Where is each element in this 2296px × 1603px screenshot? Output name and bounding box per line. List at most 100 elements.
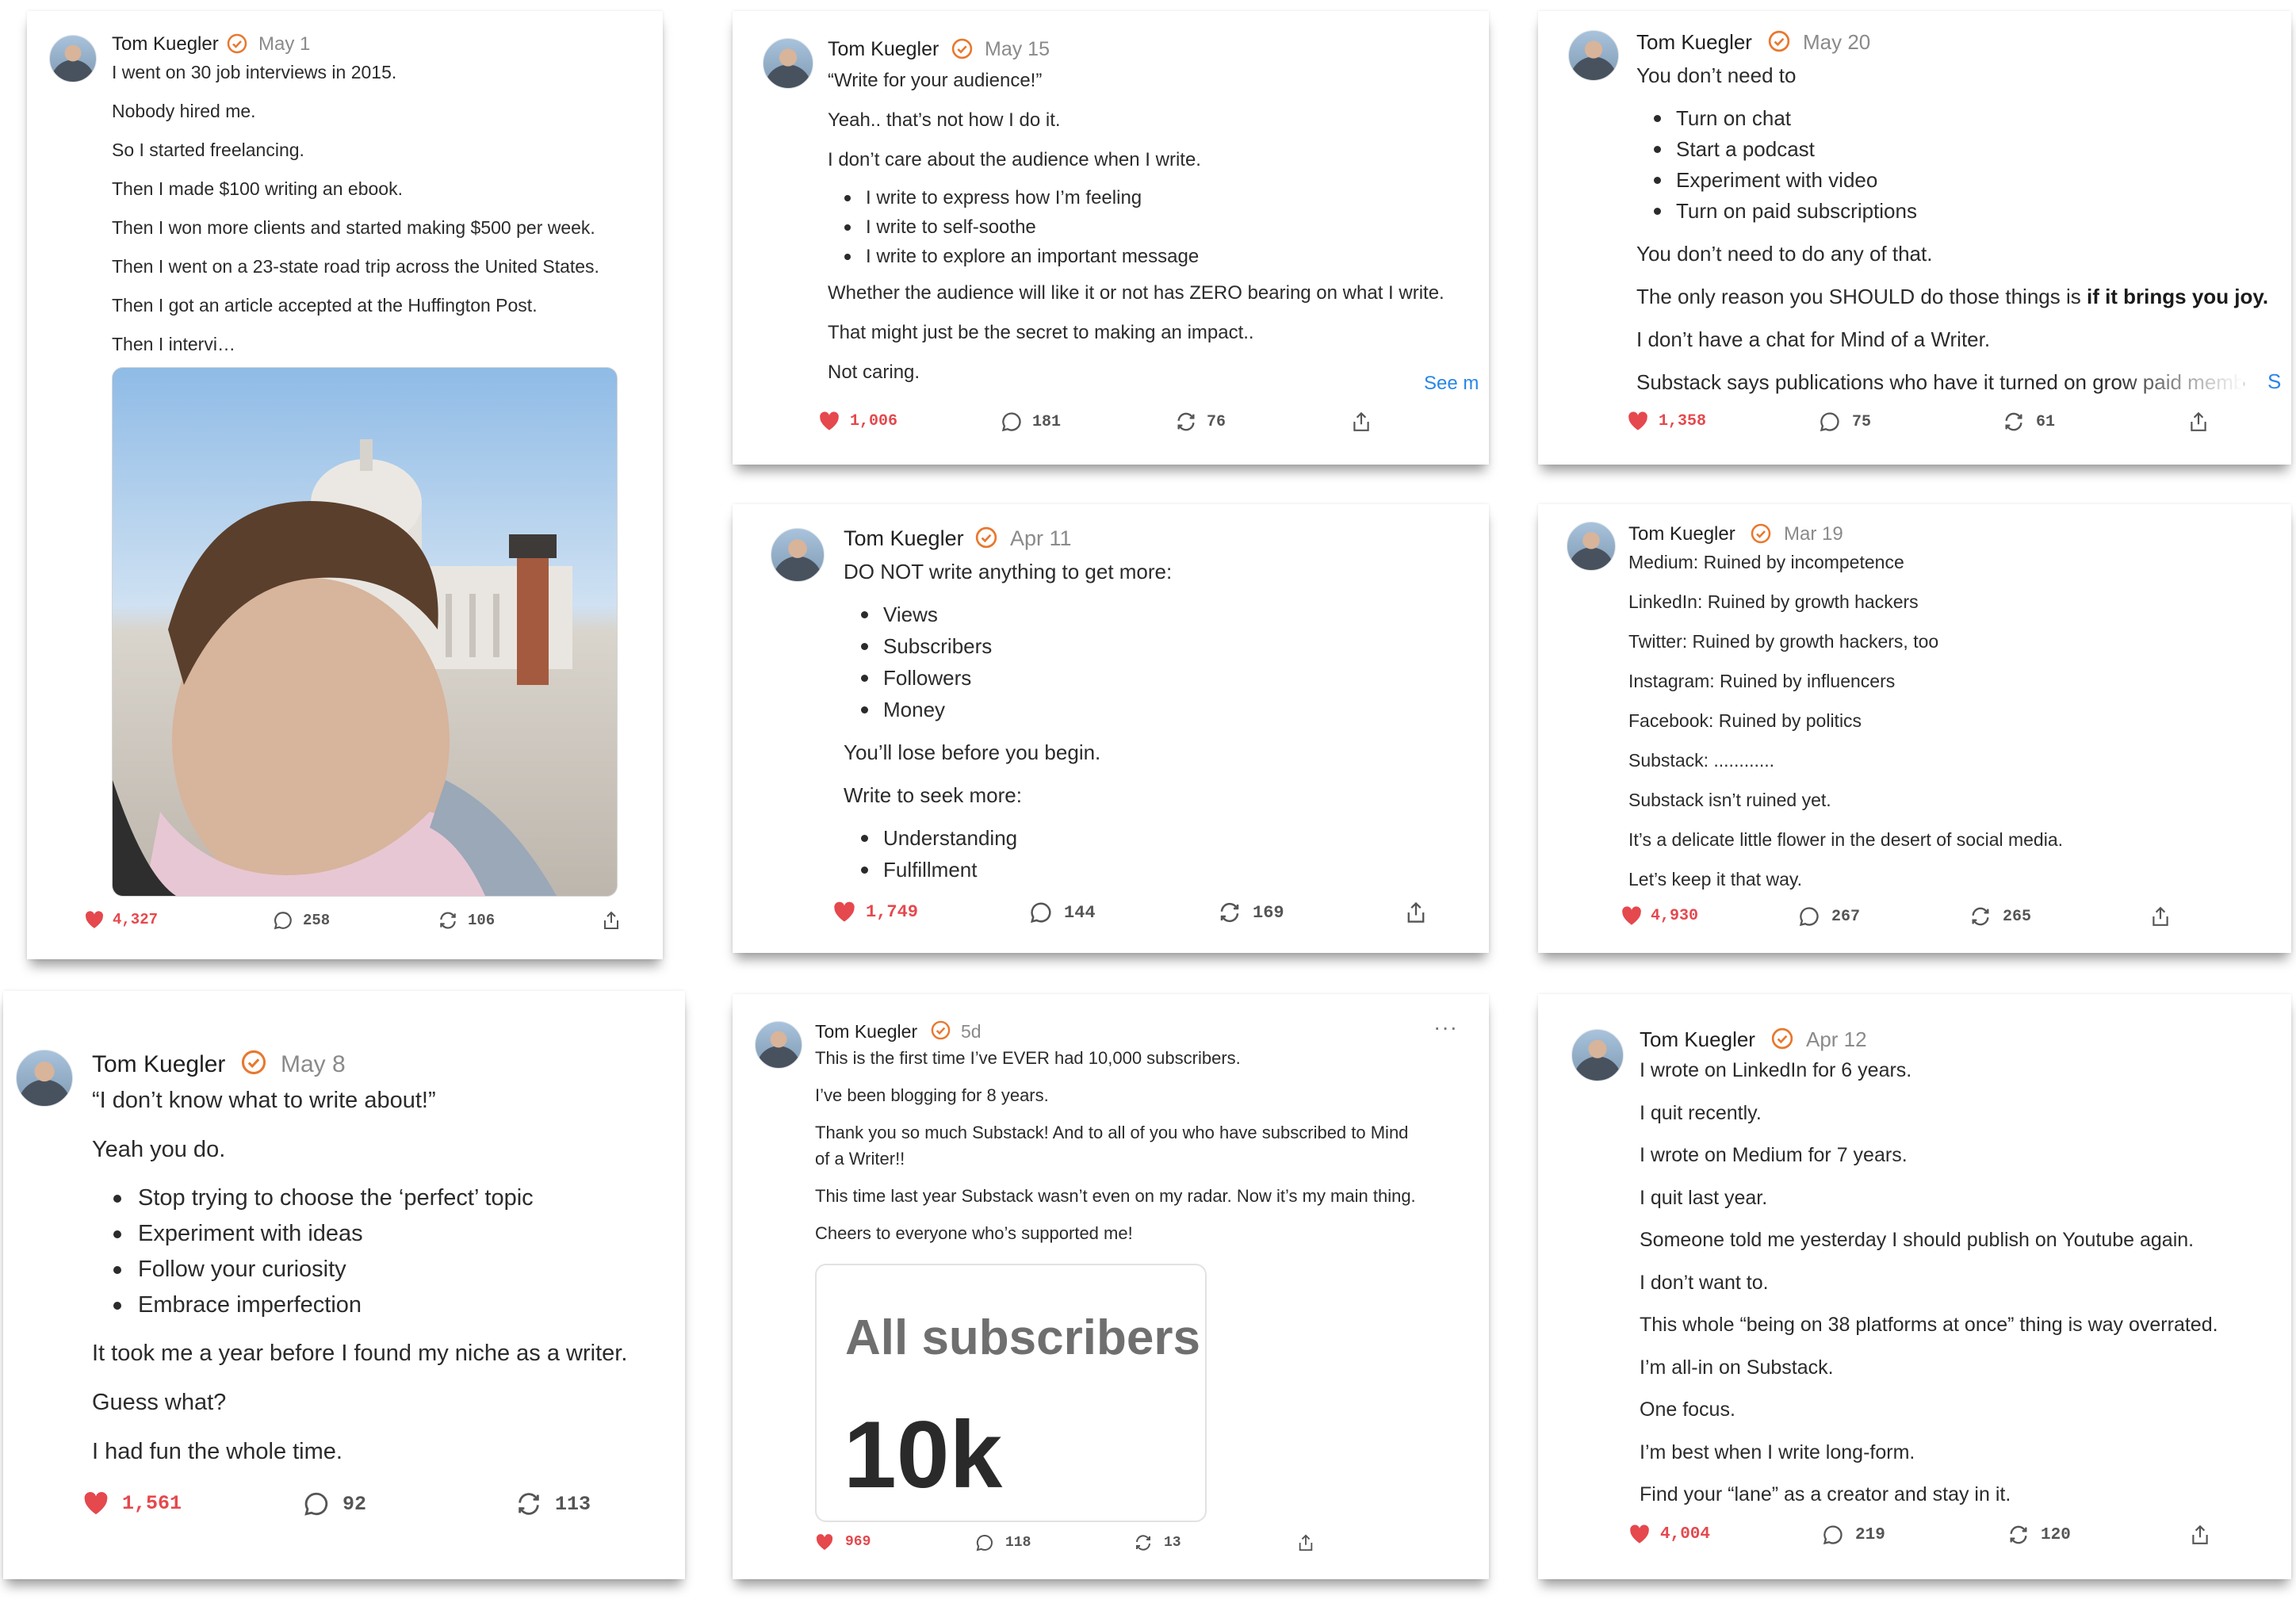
restack-count: 76 [1207, 412, 1226, 431]
comment-button[interactable]: 92 [303, 1490, 366, 1517]
share-button[interactable] [1297, 1533, 1314, 1552]
post-body: “I don’t know what to write about!” Yeah… [92, 1089, 627, 1463]
author-name[interactable]: Tom Kuegler [844, 526, 964, 551]
author-name[interactable]: Tom Kuegler [1628, 523, 1735, 545]
see-more-link[interactable]: See m [1424, 373, 1479, 395]
like-button[interactable]: 1,749 [832, 901, 918, 923]
post-paragraph: I don’t have a chat for Mind of a Writer… [1636, 327, 1991, 351]
post-paragraph: Twitter: Ruined by growth hackers, too [1628, 631, 1939, 652]
post-date: 5d [961, 1021, 982, 1042]
bullet-item: I write to self-soothe [844, 218, 1445, 237]
see-more-link[interactable]: S [2267, 369, 2281, 394]
share-button[interactable] [1351, 411, 1372, 433]
author-name[interactable]: Tom Kuegler [1640, 1027, 1755, 1052]
selfie-capitol-photo-icon [113, 368, 617, 896]
post-paragraph: This is the first time I’ve EVER had 10,… [815, 1048, 1241, 1068]
comment-count: 92 [342, 1492, 367, 1516]
restack-count: 61 [2036, 412, 2056, 431]
post-paragraph: Substack: ............ [1628, 750, 1775, 771]
author-avatar[interactable] [1568, 30, 1619, 81]
verified-check-icon [951, 38, 973, 59]
restack-button[interactable]: 13 [1134, 1533, 1181, 1552]
author-name[interactable]: Tom Kuegler [92, 1051, 225, 1078]
author-avatar[interactable] [49, 35, 97, 82]
post-paragraph: “Write for your audience!” [828, 70, 1043, 91]
post-body: DO NOT write anything to get more: Views… [844, 561, 1172, 880]
post-paragraph: This whole “being on 38 platforms at onc… [1640, 1314, 2218, 1336]
author-name[interactable]: Tom Kuegler [815, 1021, 917, 1043]
comment-icon [1001, 412, 1021, 432]
share-button[interactable] [1405, 901, 1427, 924]
author-avatar[interactable] [1571, 1029, 1624, 1081]
post-paragraph: I wrote on Medium for 7 years. [1640, 1144, 1908, 1166]
like-button[interactable]: 4,004 [1628, 1524, 1710, 1544]
heart-icon [86, 911, 104, 928]
author-name[interactable]: Tom Kuegler [828, 38, 939, 61]
restack-button[interactable]: 120 [2007, 1524, 2071, 1546]
comment-button[interactable]: 219 [1822, 1524, 1885, 1546]
post-paragraph: This time last year Substack wasn’t even… [815, 1186, 1416, 1206]
author-avatar[interactable] [16, 1050, 73, 1107]
note-card: Tom Kuegler 5d ··· This is the first tim… [733, 994, 1489, 1579]
comment-button[interactable]: 75 [1819, 411, 1871, 433]
author-avatar[interactable] [1567, 522, 1616, 571]
author-avatar[interactable] [763, 38, 813, 89]
post-paragraph: It took me a year before I found my nich… [92, 1341, 628, 1366]
post-paragraph: Then I intervi… [112, 334, 235, 354]
like-button[interactable]: 969 [815, 1533, 871, 1551]
subscriber-stat-card: All subscribers 10k [815, 1264, 1207, 1522]
restack-button[interactable]: 113 [515, 1490, 591, 1517]
restack-button[interactable]: 265 [1969, 905, 2031, 928]
restack-button[interactable]: 61 [2003, 411, 2055, 433]
like-count: 4,004 [1660, 1525, 1711, 1544]
comment-button[interactable]: 118 [975, 1533, 1031, 1552]
post-date: May 20 [1803, 30, 1871, 54]
share-button[interactable] [2188, 411, 2209, 433]
like-button[interactable]: 1,561 [82, 1490, 182, 1516]
like-button[interactable]: 4,930 [1621, 905, 1698, 926]
comment-button[interactable]: 181 [1001, 411, 1061, 433]
verified-check-icon [1771, 1027, 1793, 1050]
note-card: Tom Kuegler May 8 “I don’t know what to … [3, 991, 685, 1579]
bullet-item: Follow your curiosity [113, 1258, 627, 1281]
post-body: I went on 30 job interviews in 2015. Nob… [112, 63, 599, 354]
post-date: May 1 [258, 33, 311, 55]
author-avatar[interactable] [755, 1021, 802, 1069]
note-card: Tom Kuegler May 1 I went on 30 job inter… [27, 11, 663, 959]
post-paragraph: Cheers to everyone who’s supported me! [815, 1223, 1133, 1243]
author-name[interactable]: Tom Kuegler [1636, 30, 1752, 55]
restack-icon [440, 912, 456, 929]
subscriber-stat-value: 10k [844, 1402, 1003, 1508]
text-fade [2117, 366, 2244, 398]
like-button[interactable]: 1,006 [818, 411, 897, 431]
restack-icon [1972, 907, 1989, 926]
verified-check-icon [975, 526, 997, 549]
share-button[interactable] [2190, 1524, 2210, 1546]
restack-icon [1220, 902, 1239, 923]
post-paragraph: Thank you so much Substack! And to all o… [815, 1123, 1409, 1142]
comment-count: 181 [1032, 412, 1062, 431]
comment-button[interactable]: 267 [1798, 905, 1860, 928]
post-paragraph: Find your “lane” as a creator and stay i… [1640, 1483, 2011, 1505]
more-options-icon[interactable]: ··· [1433, 1015, 1458, 1040]
restack-button[interactable]: 76 [1175, 411, 1226, 433]
post-photo[interactable] [112, 367, 618, 897]
author-avatar[interactable] [771, 528, 825, 582]
share-button[interactable] [2150, 905, 2171, 928]
comment-button[interactable]: 258 [273, 910, 330, 931]
share-button[interactable] [602, 910, 621, 931]
note-card: Tom Kuegler May 20 You don’t need to Tur… [1538, 11, 2291, 465]
bullet-item: Experiment with video [1653, 170, 2268, 190]
bullet-item: I write to explore an important message [844, 247, 1445, 266]
post-paragraph: Then I won more clients and started maki… [112, 217, 595, 238]
author-name[interactable]: Tom Kuegler [112, 33, 219, 55]
share-icon [604, 911, 618, 929]
post-paragraph: That might just be the secret to making … [828, 322, 1254, 343]
comment-count: 144 [1064, 902, 1096, 923]
restack-button[interactable]: 169 [1218, 901, 1284, 924]
comment-button[interactable]: 144 [1029, 901, 1096, 924]
post-body: Medium: Ruined by incompetence LinkedIn:… [1628, 553, 2063, 889]
restack-button[interactable]: 106 [438, 910, 495, 931]
like-button[interactable]: 1,358 [1627, 411, 1706, 431]
like-button[interactable]: 4,327 [84, 910, 158, 929]
